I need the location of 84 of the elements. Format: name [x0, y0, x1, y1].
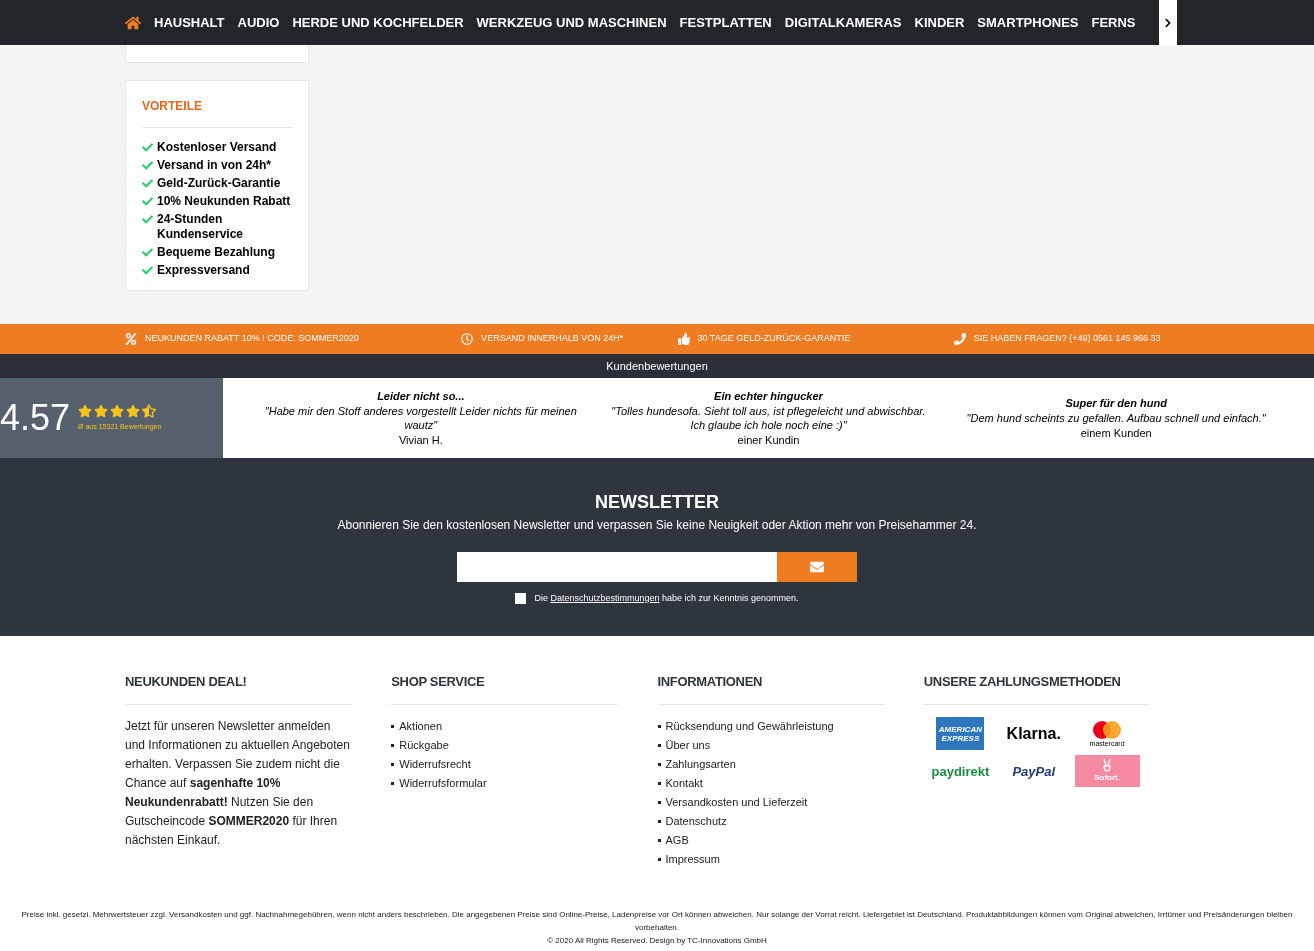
footer-link[interactable]: Kontakt: [665, 773, 703, 793]
column-heading: SHOP SERVICE: [391, 673, 486, 691]
reviews-title: Kundenbewertungen: [606, 358, 708, 374]
circles-icon: [1091, 720, 1124, 740]
benefit-text: Bequeme Bezahlung: [157, 245, 276, 260]
payment-logo: PayPal: [1011, 762, 1057, 781]
promo-text: VERSAND INNERHALB VON 24H*: [481, 332, 624, 346]
star-icon: [126, 403, 141, 418]
benefit-text: Expressversand: [157, 263, 250, 278]
clock-icon: [461, 333, 474, 345]
footer-link[interactable]: Impressum: [665, 849, 720, 869]
footer-link[interactable]: Widerrufsrecht: [399, 754, 471, 774]
review-text: "Dem hund scheints zu gefallen. Aufbau schnell und einfach.": [966, 411, 1266, 425]
nav-link[interactable]: FESTPLATTEN: [679, 12, 772, 33]
review-text: "Tolles hundesofa. Sieht toll aus, ist pflegeleicht und abwischbar. Ich glaube ich hole noch eine :)": [610, 404, 927, 432]
promo-text: 30 TAGE GELD-ZURÜCK-GARANTIE: [697, 332, 851, 346]
email-field[interactable]: [457, 551, 777, 582]
nav-link[interactable]: HERDE UND KOCHFELDER: [292, 12, 464, 33]
nav-link[interactable]: DIGITALKAMERAS: [784, 12, 902, 33]
scroll-right-button[interactable]: [1159, 0, 1177, 45]
benefit-text: 24-Stunden Kundenservice: [157, 212, 245, 242]
column-heading: NEUKUNDEN DEAL!: [125, 673, 248, 691]
benefit-text: Geld-Zurück-Garantie: [157, 176, 281, 191]
review-title: Leider nicht so...: [377, 388, 465, 404]
promo-text: SIE HABEN FRAGEN? (+49) 0561 145 966 33: [973, 332, 1161, 346]
payment-logo: paydirekt: [930, 762, 991, 781]
promo-text: NEUKUNDEN RABATT 10% ! CODE: SOMMER2020: [145, 332, 359, 346]
review-title: Super für den hund: [1065, 395, 1167, 411]
review-title: Ein echter hingucker: [714, 388, 823, 404]
footer-link[interactable]: Widerrufsformular: [399, 773, 487, 793]
nav-link[interactable]: KINDER: [914, 12, 965, 33]
nav-link[interactable]: SMARTPHONES: [977, 12, 1079, 33]
review-author: Vivian H.: [398, 433, 443, 448]
check-icon: [142, 265, 153, 276]
legal-text: Preise inkl. gesetzl. Mehrwertsteuer zzgl. Versandkosten und ggf. Nachnahmegebühren, wenn nicht anders beschrieben. Die angegebenen Preise sind Online-Preise, Ladenpreise vor Ort können abweichen. Nur solange der Vorrat reicht. Liefergebiet ist Deutschland. Produktabbildungen können vom Original abweichen, Irrtümer und Preisänderungen bleiben vorbehalten.: [20, 909, 1294, 934]
nav-link[interactable]: AUDIO: [237, 12, 280, 33]
review-text: "Habe mir den Stoff anderes vorgestellt Leider nichts für meinen wautz": [263, 404, 578, 432]
deal-text: Jetzt für unseren Newsletter anmelden und Informationen zu aktuellen Angeboten erhalten. Verpassen Sie zudem nicht die Chance auf sagenhafte 10% Neukundenrabatt! Nutzen Sie den Gutscheincode SOMMER2020 für Ihren nächsten Einkauf.: [125, 717, 351, 849]
footer-link[interactable]: Aktionen: [399, 716, 443, 736]
payment-logo: Sofort.: [1074, 754, 1140, 787]
star-icon: [78, 403, 93, 418]
footer-link[interactable]: Über uns: [665, 735, 711, 755]
newsletter-title: NEWSLETTER: [595, 491, 719, 514]
review-author: einem Kunden: [1080, 426, 1152, 441]
peace-hand-icon: [1102, 757, 1113, 772]
star-icon: [94, 403, 109, 418]
nav-link[interactable]: WERKZEUG UND MASCHINEN: [476, 12, 667, 33]
footer-link[interactable]: Zahlungsarten: [665, 754, 736, 774]
percent-icon: [125, 333, 137, 345]
phone-icon: [953, 333, 966, 345]
check-icon: [142, 247, 153, 258]
thumbs-up-icon: [677, 333, 690, 345]
nav-link[interactable]: FERNS: [1091, 12, 1136, 33]
check-icon: [142, 160, 153, 171]
check-icon: [142, 196, 153, 207]
consent-text: Die Datenschutzbestimmungen habe ich zur Kenntnis genommen.: [534, 591, 799, 605]
privacy-link[interactable]: Datenschutzbestimmungen: [550, 592, 660, 603]
benefit-text: Versand in von 24h*: [157, 158, 272, 173]
footer-link[interactable]: Rücksendung und Gewährleistung: [665, 716, 834, 736]
review-author: einer Kundin: [737, 433, 800, 448]
benefit-text: 10% Neukunden Rabatt: [157, 194, 291, 209]
column-heading: UNSERE ZAHLUNGSMETHODEN: [923, 673, 1122, 691]
star-icon: [110, 403, 125, 418]
footer-link[interactable]: Datenschutz: [665, 811, 727, 831]
footer-link[interactable]: Versandkosten und Lieferzeit: [665, 792, 808, 812]
home-icon[interactable]: [125, 14, 141, 31]
check-icon: [142, 214, 153, 225]
check-icon: [142, 178, 153, 189]
footer-link[interactable]: Rückgabe: [399, 735, 449, 755]
payment-logo: Klarna.: [1005, 723, 1062, 744]
newsletter-text: Abonnieren Sie den kostenlosen Newsletter und verpassen Sie keine Neuigkeit oder Aktion mehr von Preisehammer 24.: [337, 516, 977, 534]
nav-link[interactable]: HAUSHALT: [154, 12, 225, 33]
footer-link[interactable]: AGB: [665, 830, 689, 850]
rating-score: 4.57: [0, 400, 71, 436]
chevron-right-icon: [1163, 17, 1173, 28]
check-icon: [142, 142, 153, 153]
envelope-icon: [810, 559, 824, 574]
copyright-text: © 2020 All Rights Reserved. Design by TC-Innovations GmbH: [547, 935, 767, 947]
benefit-text: Kostenloser Versand: [157, 140, 277, 155]
star-icon: [142, 403, 157, 418]
consent-checkbox[interactable]: [515, 592, 527, 604]
column-heading: INFORMATIONEN: [657, 673, 764, 691]
subscribe-button[interactable]: [777, 551, 857, 582]
card-title: VORTEILE: [142, 98, 203, 115]
